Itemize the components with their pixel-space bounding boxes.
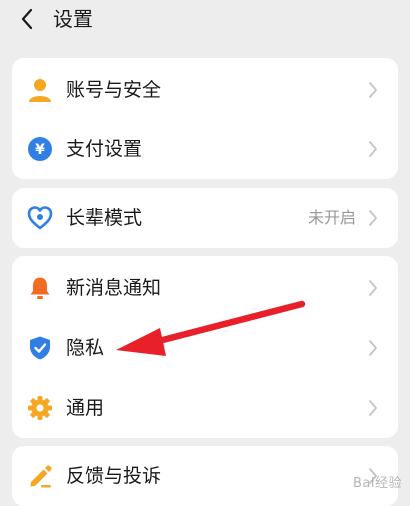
chevron-right-icon: [369, 400, 377, 416]
gear-icon: [28, 396, 52, 420]
chevron-right-icon: [369, 340, 377, 356]
settings-item-general[interactable]: 通用: [12, 378, 398, 438]
chevron-right-icon: [369, 210, 377, 226]
yuan-icon: ¥: [28, 137, 52, 161]
settings-item-payment[interactable]: ¥ 支付设置: [12, 119, 398, 179]
back-arrow-icon[interactable]: [14, 4, 42, 34]
settings-item-privacy[interactable]: 隐私: [12, 318, 398, 378]
settings-item-elder-mode[interactable]: 长辈模式 未开启: [12, 188, 398, 248]
settings-group-general: 新消息通知 隐私 通用: [12, 256, 398, 438]
heart-icon: [27, 206, 53, 230]
settings-item-label: 账号与安全: [66, 79, 162, 101]
shield-icon: [30, 336, 50, 360]
chevron-right-icon: [369, 280, 377, 296]
settings-item-label: 隐私: [66, 337, 105, 359]
top-bar: 设置: [0, 0, 410, 44]
settings-item-feedback[interactable]: 反馈与投诉: [12, 446, 398, 506]
person-icon: [29, 79, 51, 102]
svg-text:¥: ¥: [35, 142, 45, 158]
page-title: 设置: [53, 7, 93, 31]
settings-item-label: 反馈与投诉: [66, 465, 162, 487]
elder-mode-status: 未开启: [307, 208, 356, 227]
chevron-right-icon: [369, 82, 377, 98]
watermark: Bai经验: [353, 476, 402, 491]
settings-item-label: 通用: [66, 397, 105, 419]
settings-item-label: 支付设置: [66, 138, 143, 160]
settings-group-account: 账号与安全 ¥ 支付设置: [12, 58, 398, 179]
settings-item-label: 新消息通知: [66, 277, 162, 299]
pencil-icon: [30, 465, 52, 488]
settings-group-elder: 长辈模式 未开启: [12, 188, 398, 248]
settings-item-label: 长辈模式: [66, 207, 143, 229]
settings-item-account-security[interactable]: 账号与安全: [12, 60, 398, 120]
chevron-right-icon: [369, 141, 377, 157]
settings-group-feedback: 反馈与投诉: [12, 446, 398, 506]
bell-icon: [30, 277, 50, 299]
settings-item-notifications[interactable]: 新消息通知: [12, 258, 398, 318]
